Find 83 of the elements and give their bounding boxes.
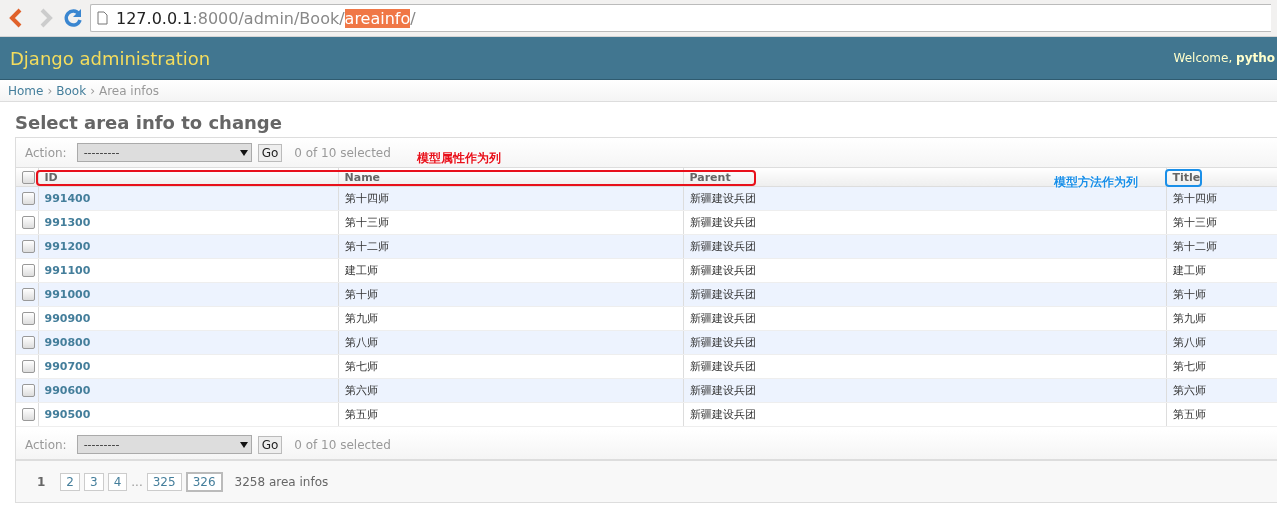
table-cell: 第六师 (1166, 378, 1277, 403)
id-link[interactable]: 991100 (44, 264, 91, 277)
row-checkbox[interactable] (22, 192, 35, 206)
action-label: Action: (25, 437, 67, 452)
site-title[interactable]: Django administration (10, 47, 211, 69)
selection-counter: 0 of 10 selected (294, 437, 391, 452)
breadcrumb-separator: › (90, 83, 95, 98)
select-all-checkbox[interactable] (22, 170, 35, 184)
breadcrumb[interactable]: Book (56, 83, 87, 98)
id-link[interactable]: 991200 (44, 240, 91, 253)
url-text: :8000/admin/Book/ (192, 8, 345, 28)
table-cell: 新疆建设兵团 (683, 306, 1166, 331)
id-link[interactable]: 991000 (44, 288, 91, 301)
table-cell: 第十四师 (338, 186, 683, 211)
row-checkbox[interactable] (22, 216, 35, 230)
page-link[interactable]: 326 (185, 471, 223, 492)
table-cell: 第十二师 (338, 234, 683, 259)
welcome-text: Welcome, pytho (1173, 51, 1275, 65)
ellipsis: ... (131, 474, 143, 489)
table-cell: 第六师 (338, 378, 683, 403)
id-link[interactable]: 991400 (44, 192, 91, 205)
page-link[interactable]: 2 (60, 472, 80, 491)
table-cell: 第八师 (1166, 330, 1277, 355)
action-select[interactable]: --------- (76, 435, 252, 454)
table-cell: 新疆建设兵团 (683, 402, 1166, 427)
table-cell: 新疆建设兵团 (683, 234, 1166, 259)
row-checkbox[interactable] (22, 240, 35, 254)
table-cell: 新疆建设兵团 (683, 330, 1166, 355)
row-checkbox[interactable] (22, 288, 35, 302)
action-select[interactable]: --------- (76, 143, 252, 162)
table-cell: 第五师 (1166, 402, 1277, 427)
table-cell: 第十三师 (338, 210, 683, 235)
table-cell: 新疆建设兵团 (683, 210, 1166, 235)
table-cell: 新疆建设兵团 (683, 378, 1166, 403)
table-cell: 建工师 (338, 258, 683, 283)
id-link[interactable]: 990900 (44, 312, 91, 325)
table-cell: 第十二师 (1166, 234, 1277, 259)
reload-icon[interactable] (62, 7, 84, 29)
table-cell: 第十师 (338, 282, 683, 307)
go-button[interactable]: Go (257, 143, 283, 162)
row-checkbox[interactable] (22, 408, 35, 422)
breadcrumb: Area infos (98, 83, 160, 98)
table-cell: 新疆建设兵团 (683, 258, 1166, 283)
id-link[interactable]: 990500 (44, 408, 91, 421)
url-text: / (410, 8, 416, 28)
page-link[interactable]: 4 (107, 472, 128, 491)
row-checkbox[interactable] (22, 264, 35, 278)
table-cell: 第十四师 (1166, 186, 1277, 211)
current-page: 1 (36, 473, 47, 490)
go-button[interactable]: Go (257, 435, 283, 454)
table-cell: 新疆建设兵团 (683, 282, 1166, 307)
page-link[interactable]: 3 (84, 472, 104, 491)
row-checkbox[interactable] (22, 384, 35, 398)
table-cell: 建工师 (1166, 258, 1277, 283)
table-cell: 第十师 (1166, 282, 1277, 307)
table-cell: 新疆建设兵团 (683, 354, 1166, 379)
row-checkbox[interactable] (22, 312, 35, 326)
table-cell: 第七师 (338, 354, 683, 379)
selection-counter: 0 of 10 selected (294, 145, 391, 160)
id-link[interactable]: 991300 (44, 216, 91, 229)
row-checkbox[interactable] (22, 336, 35, 350)
id-link[interactable]: 990600 (44, 384, 91, 397)
caret-icon (239, 441, 248, 448)
action-label: Action: (25, 145, 67, 160)
result-count: 3258 area infos (234, 474, 329, 489)
page-icon (97, 11, 108, 25)
column-header[interactable]: Title (1166, 168, 1277, 187)
url-text: 127.0.0.1 (116, 8, 193, 28)
table-cell: 第十三师 (1166, 210, 1277, 235)
row-checkbox[interactable] (22, 360, 35, 374)
breadcrumb[interactable]: Home (8, 83, 44, 98)
id-link[interactable]: 990700 (44, 360, 91, 373)
table-cell: 第五师 (338, 402, 683, 427)
breadcrumb-separator: › (47, 83, 53, 98)
id-link[interactable]: 990800 (44, 336, 91, 349)
page-heading: Select area info to change (15, 112, 283, 133)
table-cell: 第九师 (1166, 306, 1277, 331)
table-cell: 第九师 (338, 306, 683, 331)
table-cell: 第七师 (1166, 354, 1277, 379)
caret-icon (239, 149, 248, 156)
table-cell: 第八师 (338, 330, 683, 355)
annotation-label: 模型属性作为列 (417, 150, 501, 167)
page-link[interactable]: 325 (146, 472, 182, 491)
